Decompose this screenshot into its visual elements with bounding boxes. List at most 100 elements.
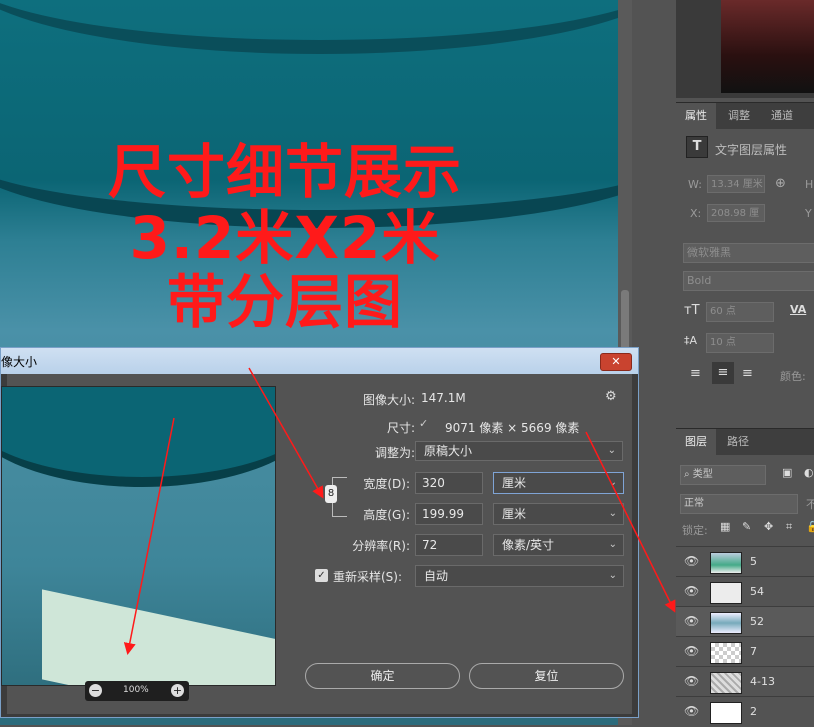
zoom-out-button[interactable]: − (89, 684, 102, 697)
lock-brush-icon[interactable]: ✎ (742, 520, 751, 533)
lock-artboard-icon[interactable]: ⌗ (786, 520, 792, 534)
image-size-value: 147.1M (421, 391, 466, 405)
layer-filter-select[interactable]: ⌕ 类型 (680, 465, 766, 485)
layer-name[interactable]: 5 (750, 555, 757, 568)
eye-icon[interactable]: 👁 (684, 584, 699, 598)
width-field[interactable]: 320 (415, 472, 483, 494)
chevron-down-icon: ⌄ (608, 570, 617, 581)
filter-adjust-icon[interactable]: ◐ (804, 466, 814, 479)
tab-channels[interactable]: 通道 (762, 103, 802, 129)
align-left-icon[interactable]: ≡ (690, 366, 701, 381)
canvas-band-top (0, 0, 632, 54)
layer-thumbnail (710, 672, 742, 694)
canvas-heading-line1: 尺寸细节展示 (107, 138, 462, 206)
layer-thumbnail (710, 552, 742, 574)
width-label: 宽度(D): (363, 477, 410, 491)
lock-move-icon[interactable]: ✥ (764, 520, 773, 533)
w-field[interactable]: 13.34 厘米 (707, 175, 765, 193)
link-icon[interactable]: ⊕ (775, 176, 786, 191)
layer-thumbnail (710, 582, 742, 604)
font-size-icon: ᴛT (684, 303, 700, 318)
layer-row[interactable]: 👁 54 (676, 576, 814, 607)
eye-icon[interactable]: 👁 (684, 704, 699, 718)
dialog-title: 像大小 (1, 355, 38, 369)
height-field[interactable]: 199.99 (415, 503, 483, 525)
layer-filter-label: 类型 (692, 469, 713, 480)
dialog-titlebar[interactable]: 像大小 ✕ (1, 348, 638, 374)
tab-layers[interactable]: 图层 (676, 429, 716, 455)
color-field[interactable] (721, 0, 814, 93)
image-size-label: 图像大小: (362, 393, 415, 407)
layer-thumbnail (710, 702, 742, 724)
scrollbar-thumb[interactable] (621, 290, 629, 350)
align-center-icon[interactable]: ≡ (712, 362, 734, 384)
color-picker[interactable] (676, 0, 814, 98)
resolution-unit-select[interactable]: 像素/英寸 ⌄ (493, 534, 624, 556)
font-style-select[interactable]: Bold (683, 271, 814, 291)
align-right-icon[interactable]: ≡ (742, 366, 753, 381)
resolution-field[interactable]: 72 (415, 534, 483, 556)
zoom-in-button[interactable]: + (171, 684, 184, 697)
layer-row[interactable]: 👁 52 (676, 606, 814, 637)
text-layer-icon: T (686, 136, 708, 158)
gear-icon[interactable]: ⚙ (605, 389, 617, 404)
preview-floor (42, 589, 275, 685)
zoom-control: − 100% + (85, 681, 189, 701)
width-unit-select[interactable]: 厘米 ⌄ (493, 472, 624, 494)
reset-button[interactable]: 复位 (469, 663, 624, 689)
filter-image-icon[interactable]: ▣ (782, 466, 792, 479)
image-preview[interactable] (1, 386, 276, 686)
dimensions-value: 9071 像素 × 5669 像素 (445, 421, 580, 435)
blend-mode-select[interactable]: 正常 (680, 494, 798, 514)
layer-type-label: 文字图层属性 (715, 143, 788, 157)
resolution-unit-value: 像素/英寸 (502, 538, 555, 552)
close-button[interactable]: ✕ (600, 353, 632, 371)
height-unit-select[interactable]: 厘米 ⌄ (493, 503, 624, 525)
tab-paths[interactable]: 路径 (718, 429, 758, 455)
resample-checkbox[interactable]: ✓ (315, 569, 328, 582)
tab-properties[interactable]: 属性 (676, 103, 716, 129)
ok-button[interactable]: 确定 (305, 663, 460, 689)
canvas-heading-line2: 3.2米X2米 (129, 204, 441, 272)
tab-adjustments[interactable]: 调整 (718, 103, 760, 129)
layer-thumbnail (710, 612, 742, 634)
height-unit-value: 厘米 (502, 507, 527, 521)
layer-row[interactable]: 👁 4-13 (676, 666, 814, 697)
h-label: H (805, 178, 814, 191)
fit-to-label: 调整为: (374, 446, 415, 460)
chevron-down-icon: ⌄ (608, 508, 617, 519)
font-family-select[interactable]: 微软雅黑 (683, 243, 814, 263)
layer-row[interactable]: 👁 2 (676, 696, 814, 727)
eye-icon[interactable]: 👁 (684, 554, 699, 568)
fit-to-select[interactable]: 原稿大小 ⌄ (415, 441, 623, 461)
resample-select[interactable]: 自动 ⌄ (415, 565, 624, 587)
eye-icon[interactable]: 👁 (684, 674, 699, 688)
canvas-heading-line3: 带分层图 (166, 268, 403, 336)
w-label: W: (688, 178, 702, 191)
layer-name[interactable]: 4-13 (750, 675, 775, 688)
layer-name[interactable]: 52 (750, 615, 764, 628)
eye-icon[interactable]: 👁 (684, 614, 699, 628)
width-unit-value: 厘米 (502, 476, 527, 490)
x-field[interactable]: 208.98 厘 (707, 204, 765, 222)
opacity-label: 不 (806, 498, 814, 511)
resample-label: 重新采样(S): (333, 570, 403, 584)
chevron-down-icon: ⌄ (608, 539, 617, 550)
layer-thumbnail (710, 642, 742, 664)
resample-value: 自动 (424, 569, 449, 583)
font-size-field[interactable]: 60 点 (706, 302, 774, 322)
kerning-label: VA (790, 303, 807, 316)
chevron-down-icon: ⌄ (608, 477, 617, 488)
layer-row[interactable]: 👁 7 (676, 636, 814, 667)
layer-row[interactable]: 👁 5 (676, 546, 814, 577)
lock-pixels-icon[interactable]: ▦ (720, 520, 730, 533)
lock-all-icon[interactable]: 🔒 (806, 520, 814, 533)
layer-name[interactable]: 7 (750, 645, 757, 658)
zoom-value: 100% (123, 685, 149, 695)
chevron-down-icon[interactable]: ✓ (419, 417, 428, 430)
eye-icon[interactable]: 👁 (684, 644, 699, 658)
leading-icon: ‡A (684, 334, 698, 347)
leading-field[interactable]: 10 点 (706, 333, 774, 353)
layer-name[interactable]: 54 (750, 585, 764, 598)
layer-name[interactable]: 2 (750, 705, 757, 718)
